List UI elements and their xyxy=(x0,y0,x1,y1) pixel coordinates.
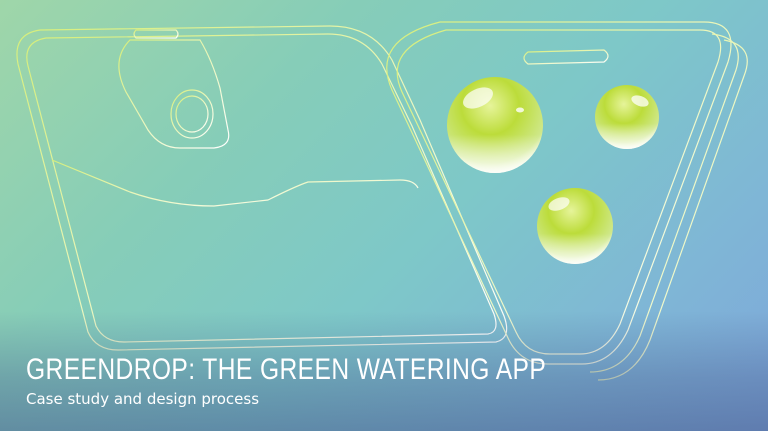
page-subtitle: Case study and design process xyxy=(26,390,260,408)
phone-outline-icon xyxy=(16,25,508,351)
water-drop-icon xyxy=(595,85,659,149)
hero-caption: GREENDROP: THE GREEN WATERING APP Case s… xyxy=(26,353,660,409)
page-title: GREENDROP: THE GREEN WATERING APP xyxy=(26,353,547,386)
hero-banner: GREENDROP: THE GREEN WATERING APP Case s… xyxy=(0,0,768,431)
water-drop-icon xyxy=(537,188,613,264)
water-drop-icon xyxy=(447,77,543,173)
